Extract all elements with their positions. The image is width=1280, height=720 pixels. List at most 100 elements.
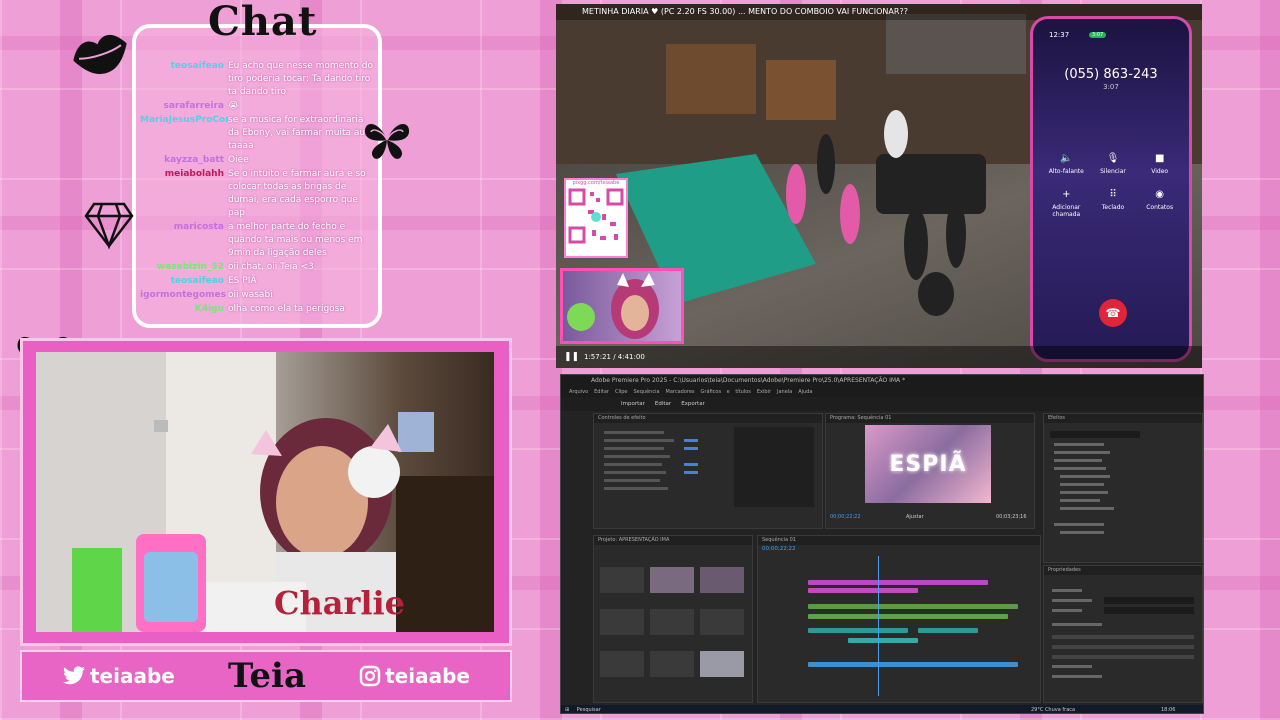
chat-text: Se o intuito e farmar aura e so colocar …: [228, 169, 366, 218]
caller-number: (055) 863-243: [1064, 67, 1158, 82]
speaker-icon: 🔈: [1060, 153, 1073, 164]
program-preview: ESPIÃ: [865, 425, 991, 503]
chat-username: K4igu: [194, 304, 224, 314]
chat-text: oii chat, oii Teia <3: [228, 262, 314, 272]
workspace-tab[interactable]: Editar: [655, 401, 671, 407]
phone-call-screen: 12:37 3:07 (055) 863-243 3:07 🔈 Alto-fala…: [1030, 16, 1192, 362]
chat-username: teosaifeao: [170, 276, 224, 286]
twitter-handle: teiaabe: [62, 664, 175, 688]
taskbar-search[interactable]: Pesquisar: [577, 707, 601, 713]
video-player-controls: ❚❚ 1:57:21 / 4:41:00: [556, 346, 1202, 368]
call-button-contact[interactable]: ◉ Contatos: [1136, 189, 1183, 218]
chat-message: kayzza_batt Oiee: [140, 154, 376, 167]
call-button-plus[interactable]: + Adicionar chamada: [1043, 189, 1090, 218]
chat-message-list: teosaifeao Eu acho que nesse momento do t…: [140, 60, 376, 322]
project-panel: Projeto: APRESENTAÇÃO IMA: [593, 535, 753, 703]
menu-item[interactable]: Editar: [594, 389, 609, 395]
workspace-tab[interactable]: Exportar: [681, 401, 705, 407]
chat-text: Eu acho que nesse momento do tiro poderi…: [228, 61, 374, 97]
menu-item[interactable]: Gráficos e títulos: [701, 389, 751, 395]
diamond-icon: [84, 202, 134, 250]
chat-message: meiabolahh Se o intuito e farmar aura e s…: [140, 168, 376, 220]
premiere-workspace-tabs: Importar Editar Exportar: [561, 397, 1203, 411]
timeline-timecode: 00;00;22;22: [762, 546, 796, 552]
end-call-button[interactable]: ☎: [1099, 299, 1127, 327]
zoom-select[interactable]: Ajustar: [906, 514, 924, 520]
butterfly-icon: [364, 124, 410, 159]
qr-code-icon: [568, 188, 624, 244]
mic-icon: 🎙: [1106, 153, 1120, 164]
chat-text: oii wasabi: [228, 290, 273, 300]
chat-text: olha como ela ta perigosa: [228, 304, 345, 314]
contact-icon: ◉: [1155, 189, 1165, 200]
call-duration: 3:07: [1103, 83, 1119, 91]
chat-username: kayzza_batt: [164, 155, 224, 165]
phone-hangup-icon: ☎: [1105, 306, 1121, 320]
camera-icon: ■: [1154, 153, 1165, 164]
windows-taskbar: ⊞ Pesquisar 29°C Chuva fraca 18:06: [561, 705, 1203, 713]
call-button-label: Contatos: [1146, 204, 1174, 211]
chat-text: 😭: [228, 101, 239, 111]
call-button-label: Teclado: [1101, 204, 1125, 211]
menu-item[interactable]: Sequência: [633, 389, 659, 395]
chat-message: MariaJesusProCorrgrse a musica for extra…: [140, 114, 376, 153]
menu-item[interactable]: Janela: [777, 389, 792, 395]
call-button-keypad[interactable]: ⠿ Teclado: [1090, 189, 1137, 218]
menu-item[interactable]: Exibir: [757, 389, 771, 395]
chat-username: teosaifeao: [170, 61, 224, 71]
chat-text: ES PIÃ: [228, 276, 257, 286]
streamer-pip-cam: [560, 268, 684, 344]
call-button-label: Alto-falante: [1048, 168, 1084, 175]
workspace-tab[interactable]: Importar: [621, 401, 645, 407]
call-button-label: Video: [1151, 168, 1169, 175]
chat-message: sarafarreira 😭: [140, 100, 376, 113]
pause-icon[interactable]: ❚❚: [564, 346, 579, 368]
menu-item[interactable]: Clipe: [615, 389, 628, 395]
chat-message: K4igu olha como ela ta perigosa: [140, 303, 376, 316]
taskbar-clock: 18:06: [1161, 707, 1176, 713]
call-button-label: Silenciar: [1100, 168, 1126, 175]
chat-message: igormontegomes oii wasabi: [140, 289, 376, 302]
chat-username: maricosta: [173, 222, 224, 232]
svg-text:Charlie: Charlie: [274, 584, 405, 622]
instagram-icon: [359, 665, 381, 687]
timeline-panel: Sequência 01 00;00;22;22: [757, 535, 1041, 703]
instagram-handle: teiaabe: [359, 664, 470, 688]
windows-start-icon[interactable]: ⊞: [565, 707, 569, 713]
call-button-label: Adicionar chamada: [1052, 204, 1081, 218]
menu-item[interactable]: Ajuda: [798, 389, 812, 395]
premiere-menu-bar: Arquivo Editar Clipe Sequência Marcadores Grá…: [561, 387, 1203, 397]
weather-widget: 29°C Chuva fraca: [1031, 707, 1076, 713]
effect-controls-panel: Controles de efeito: [593, 413, 823, 529]
chat-text: se a musica for extraordinaria da Ebony,…: [228, 115, 375, 151]
game-window: METINHA DIARIA ♥ (PC 2.20 FS 30.00) ... …: [556, 4, 1202, 368]
chat-message: maricosta a melhor parte do fecho e quand…: [140, 221, 376, 260]
effects-panel: Efeitos: [1043, 413, 1203, 563]
program-timecode: 00;00;22;22: [830, 514, 861, 520]
chat-text: Oiee: [228, 155, 249, 165]
call-button-camera[interactable]: ■ Video: [1136, 153, 1183, 175]
playback-time: 1:57:21 / 4:41:00: [584, 353, 645, 361]
chat-username: MariaJesusProCorrgr: [140, 115, 228, 125]
call-button-mic[interactable]: 🎙 Silenciar: [1090, 153, 1137, 175]
premiere-window: Adobe Premiere Pro 2025 - C:\Usuarios\te…: [560, 374, 1204, 714]
lips-icon: [73, 35, 127, 75]
properties-panel: Propriedades: [1043, 565, 1203, 703]
keypad-icon: ⠿: [1109, 189, 1117, 200]
chat-text: a melhor parte do fecho e quando ta mais…: [228, 222, 363, 258]
streamer-brand: Teia: [228, 656, 306, 696]
webcam-feed: Charlie: [36, 352, 494, 632]
chat-message: teosaifeao Eu acho que nesse momento do t…: [140, 60, 376, 99]
phone-clock: 12:37: [1049, 31, 1070, 39]
chat-username: meiabolahh: [164, 169, 224, 179]
menu-item[interactable]: Marcadores: [666, 389, 695, 395]
call-controls: 🔈 Alto-falante 🎙 Silenciar ■ Video + Adicionar …: [1043, 153, 1183, 218]
chat-username: sarafarreira: [163, 101, 224, 111]
twitter-icon: [63, 666, 85, 685]
chat-message: wasabizin_52 oii chat, oii Teia <3: [140, 261, 376, 274]
duration-timecode: 00;03;23;16: [996, 514, 1027, 520]
social-footer: teiaabe Teia teiaabe: [20, 650, 512, 702]
call-button-speaker[interactable]: 🔈 Alto-falante: [1043, 153, 1090, 175]
plus-icon: +: [1062, 189, 1071, 200]
menu-item[interactable]: Arquivo: [569, 389, 588, 395]
